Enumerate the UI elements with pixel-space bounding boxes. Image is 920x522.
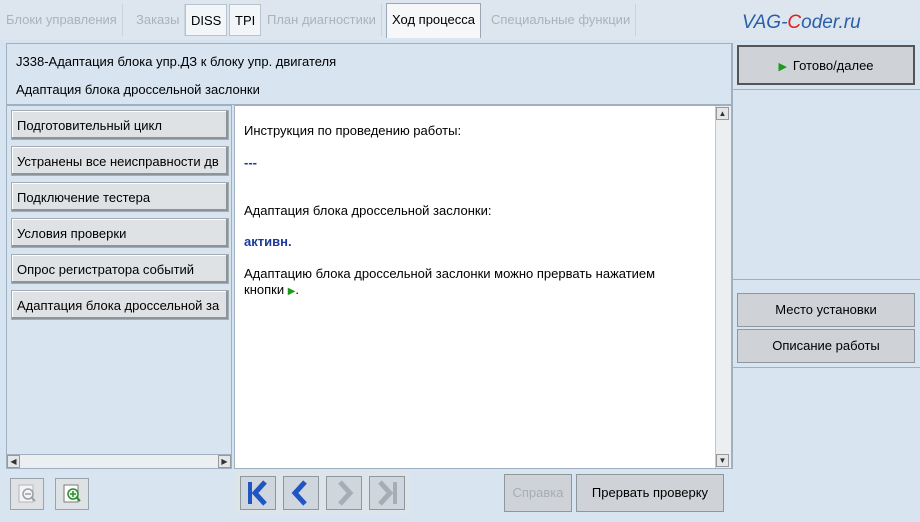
right-panel: ▶ Готово/далее Место установки Описание р… (732, 43, 920, 510)
vertical-scrollbar[interactable]: ▲ ▼ (715, 106, 731, 468)
zoom-in-button[interactable] (55, 478, 89, 510)
watermark-logo: VAG-Coder.ru (742, 12, 912, 38)
installation-location-button[interactable]: Место установки (737, 293, 915, 327)
procedure-header: J338-Адаптация блока упр.ДЗ к блоку упр.… (6, 43, 732, 105)
tab-tpi[interactable]: TPI (229, 4, 262, 36)
tab-special-functions[interactable]: Специальные функции (486, 4, 637, 36)
step-item[interactable]: Условия проверки (11, 218, 229, 248)
last-page-button[interactable] (369, 476, 405, 510)
divider (733, 367, 920, 368)
tab-orders[interactable]: Заказы (131, 4, 186, 36)
divider (733, 89, 920, 90)
zoom-out-icon (18, 484, 36, 503)
tab-diagnostic-plan[interactable]: План диагностики (262, 4, 382, 36)
bottom-toolbar (0, 469, 920, 522)
previous-icon (291, 480, 307, 506)
step-item-current[interactable]: Адаптация блока дроссельной за (11, 290, 229, 320)
last-page-icon (378, 480, 397, 506)
horizontal-scrollbar[interactable]: ◀ ▶ (6, 454, 232, 469)
next-button[interactable]: ▶ Готово/далее (737, 45, 915, 85)
scroll-down-icon[interactable]: ▼ (716, 454, 729, 467)
procedure-title: J338-Адаптация блока упр.ДЗ к блоку упр.… (16, 54, 337, 69)
adaptation-label: Адаптация блока дроссельной заслонки: (244, 203, 492, 218)
step-item[interactable]: Опрос регистратора событий (11, 254, 229, 284)
placeholder-dashes: --- (244, 155, 257, 170)
zoom-out-button[interactable] (10, 478, 44, 510)
abort-note-prefix: кнопки (244, 282, 285, 297)
help-button[interactable]: Справка (504, 474, 572, 512)
abort-test-button[interactable]: Прервать проверку (576, 474, 724, 512)
instruction-panel: Инструкция по проведению работы: --- Ада… (234, 105, 732, 469)
divider (733, 279, 920, 280)
procedure-subtitle: Адаптация блока дроссельной заслонки (16, 82, 260, 97)
watermark-prefix: VAG- (742, 12, 788, 33)
scroll-left-icon[interactable]: ◀ (7, 455, 20, 468)
tab-diss[interactable]: DISS (185, 4, 228, 36)
watermark-accent: C (787, 12, 802, 33)
abort-note-line1: Адаптацию блока дроссельной заслонки мож… (244, 266, 656, 281)
tab-process[interactable]: Ход процесса (386, 3, 481, 38)
work-description-button[interactable]: Описание работы (737, 329, 915, 363)
play-icon: ▶ (778, 61, 787, 73)
first-page-button[interactable] (240, 476, 276, 510)
step-item[interactable]: Подключение тестера (11, 182, 229, 212)
tab-control-units[interactable]: Блоки управления (1, 4, 123, 36)
next-icon (338, 480, 354, 506)
next-step-button[interactable] (326, 476, 362, 510)
previous-button[interactable] (283, 476, 319, 510)
zoom-in-icon (63, 484, 81, 503)
step-list: Подготовительный цикл Устранены все неис… (6, 105, 232, 469)
step-item[interactable]: Устранены все неисправности дв (11, 146, 229, 176)
instruction-heading: Инструкция по проведению работы: (244, 123, 462, 138)
step-item[interactable]: Подготовительный цикл (11, 110, 229, 140)
scroll-right-icon[interactable]: ▶ (218, 455, 231, 468)
abort-note-line2: кнопки ▶. (244, 282, 299, 297)
first-page-icon (248, 480, 267, 506)
next-button-label: Готово/далее (792, 58, 874, 73)
watermark-suffix: oder.ru (801, 12, 861, 33)
scroll-up-icon[interactable]: ▲ (716, 107, 729, 120)
abort-note-suffix: . (295, 282, 300, 297)
status-value: активн. (244, 234, 292, 249)
